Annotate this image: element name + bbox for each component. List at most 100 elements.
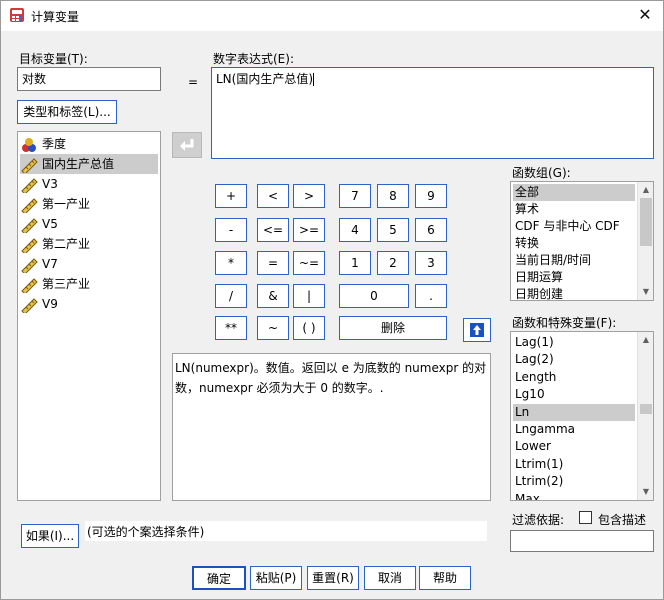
- variable-item[interactable]: 第三产业: [20, 274, 158, 295]
- function-item[interactable]: Ltrim(2): [513, 473, 635, 490]
- keypad-button[interactable]: 删除: [339, 316, 447, 340]
- ruler-icon: [21, 277, 38, 295]
- keypad-button[interactable]: ( ): [293, 316, 325, 340]
- numeric-expression-label: 数字表达式(E):: [213, 52, 294, 66]
- keypad-button[interactable]: 2: [377, 251, 409, 275]
- ok-button[interactable]: 确定: [192, 566, 246, 590]
- function-item[interactable]: Ltrim(1): [513, 456, 635, 473]
- cancel-button[interactable]: 取消: [364, 566, 416, 590]
- target-variable-input[interactable]: 对数: [17, 67, 161, 91]
- variable-item[interactable]: 国内生产总值: [20, 154, 158, 175]
- keypad-button[interactable]: <=: [257, 218, 289, 242]
- target-variable-label: 目标变量(T):: [19, 52, 88, 66]
- keypad-button[interactable]: |: [293, 284, 325, 308]
- keypad-button[interactable]: .: [415, 284, 447, 308]
- keypad-button[interactable]: **: [215, 316, 247, 340]
- ruler-icon: [21, 297, 38, 315]
- function-group-item[interactable]: 全部: [513, 184, 635, 201]
- keypad-button[interactable]: >=: [293, 218, 325, 242]
- reset-button[interactable]: 重置(R): [307, 566, 359, 590]
- variable-list[interactable]: 季度 国内生产总值 V3 第一产业 V5 第二产业 V7 第三产业 V9: [17, 131, 161, 501]
- function-group-item[interactable]: 算术: [513, 201, 635, 218]
- functions-list[interactable]: Lag(1) Lag(2) Length Lg10 Ln Lngamma Lower Ltri…: [510, 331, 654, 501]
- paste-button[interactable]: 粘贴(P): [250, 566, 302, 590]
- keypad-button[interactable]: <: [257, 184, 289, 208]
- keypad-button[interactable]: ~: [257, 316, 289, 340]
- move-to-expression-button[interactable]: [172, 132, 202, 158]
- ruler-icon: [21, 217, 38, 235]
- variable-name: V9: [42, 297, 58, 311]
- scroll-down-icon[interactable]: ▼: [638, 484, 653, 500]
- variable-name: 第一产业: [42, 197, 91, 211]
- function-group-item[interactable]: 日期创建: [513, 286, 635, 300]
- variable-item[interactable]: V5: [20, 214, 158, 235]
- function-description: LN(numexpr)。数值。返回以 e 为底数的 numexpr 的对数，nu…: [172, 353, 491, 501]
- function-group-item[interactable]: CDF 与非中心 CDF: [513, 218, 635, 235]
- filter-label: 过滤依据:: [512, 513, 565, 527]
- calculator-keypad: + < >7 8 9 - <= >= 4 5 6 * = ~= 1 2 3 /& | 0. ** ~( ) 删除: [211, 180, 449, 343]
- variable-item[interactable]: V7: [20, 254, 158, 275]
- function-item[interactable]: Ln: [513, 403, 635, 421]
- include-description-checkbox[interactable]: [579, 511, 592, 524]
- keypad-button[interactable]: &: [257, 284, 289, 308]
- scroll-thumb[interactable]: [640, 404, 652, 414]
- numeric-expression-value: LN(国内生产总值): [216, 72, 314, 86]
- function-item[interactable]: Lower: [513, 438, 635, 455]
- help-button[interactable]: 帮助: [419, 566, 471, 590]
- scroll-up-icon[interactable]: ▲: [638, 332, 653, 348]
- functions-label: 函数和特殊变量(F):: [512, 316, 617, 330]
- scroll-down-icon[interactable]: ▼: [638, 284, 653, 300]
- keypad-button[interactable]: 9: [415, 184, 447, 208]
- function-group-item[interactable]: 当前日期/时间: [513, 252, 635, 269]
- keypad-button[interactable]: 0: [339, 284, 409, 308]
- variable-item[interactable]: 季度: [20, 134, 158, 154]
- keypad-button[interactable]: +: [215, 184, 247, 208]
- keypad-button[interactable]: 4: [339, 218, 371, 242]
- variable-name: V7: [42, 257, 58, 271]
- function-group-list[interactable]: 全部 算术 CDF 与非中心 CDF 转换 当前日期/时间 日期运算 日期创建 ▲ ▼: [510, 181, 654, 301]
- keypad-button[interactable]: 8: [377, 184, 409, 208]
- function-item[interactable]: Lngamma: [513, 421, 635, 438]
- keypad-button[interactable]: 3: [415, 251, 447, 275]
- keypad-button[interactable]: 1: [339, 251, 371, 275]
- variable-item[interactable]: V9: [20, 294, 158, 315]
- function-item[interactable]: Length: [513, 369, 635, 386]
- keypad-button[interactable]: >: [293, 184, 325, 208]
- keypad-button[interactable]: *: [215, 251, 247, 275]
- equals-sign: =: [188, 75, 199, 89]
- if-button[interactable]: 如果(I)...: [21, 524, 79, 548]
- function-item[interactable]: Lag(1): [513, 334, 635, 351]
- text-cursor: [313, 73, 315, 86]
- scroll-up-icon[interactable]: ▲: [638, 182, 653, 198]
- variable-name: V5: [42, 217, 58, 231]
- remove-function-button[interactable]: [463, 318, 491, 342]
- calculator-icon: [10, 8, 24, 22]
- function-group-item[interactable]: 转换: [513, 235, 635, 252]
- function-item[interactable]: Lg10: [513, 386, 635, 403]
- filter-input[interactable]: [510, 530, 654, 552]
- function-group-scrollbar[interactable]: ▲ ▼: [637, 182, 653, 300]
- ruler-icon: [21, 177, 38, 195]
- window-title: 计算变量: [31, 10, 80, 24]
- numeric-expression-input[interactable]: LN(国内生产总值): [211, 67, 654, 159]
- function-item[interactable]: Max: [513, 491, 635, 500]
- keypad-button[interactable]: /: [215, 284, 247, 308]
- keypad-button[interactable]: ~=: [293, 251, 325, 275]
- type-and-label-button[interactable]: 类型和标签(L)...: [17, 100, 117, 124]
- variable-name: V3: [42, 177, 58, 191]
- variable-item[interactable]: V3: [20, 174, 158, 195]
- keypad-button[interactable]: =: [257, 251, 289, 275]
- keypad-button[interactable]: 7: [339, 184, 371, 208]
- keypad-button[interactable]: 5: [377, 218, 409, 242]
- variable-item[interactable]: 第一产业: [20, 194, 158, 215]
- function-group-item[interactable]: 日期运算: [513, 269, 635, 286]
- functions-scrollbar[interactable]: ▲ ▼: [637, 332, 653, 500]
- keypad-button[interactable]: -: [215, 218, 247, 242]
- close-icon[interactable]: ✕: [635, 5, 655, 25]
- variable-item[interactable]: 第二产业: [20, 234, 158, 255]
- function-item[interactable]: Lag(2): [513, 351, 635, 368]
- variable-name: 第三产业: [42, 277, 91, 291]
- function-group-label: 函数组(G):: [512, 166, 571, 180]
- keypad-button[interactable]: 6: [415, 218, 447, 242]
- scroll-thumb[interactable]: [640, 198, 652, 246]
